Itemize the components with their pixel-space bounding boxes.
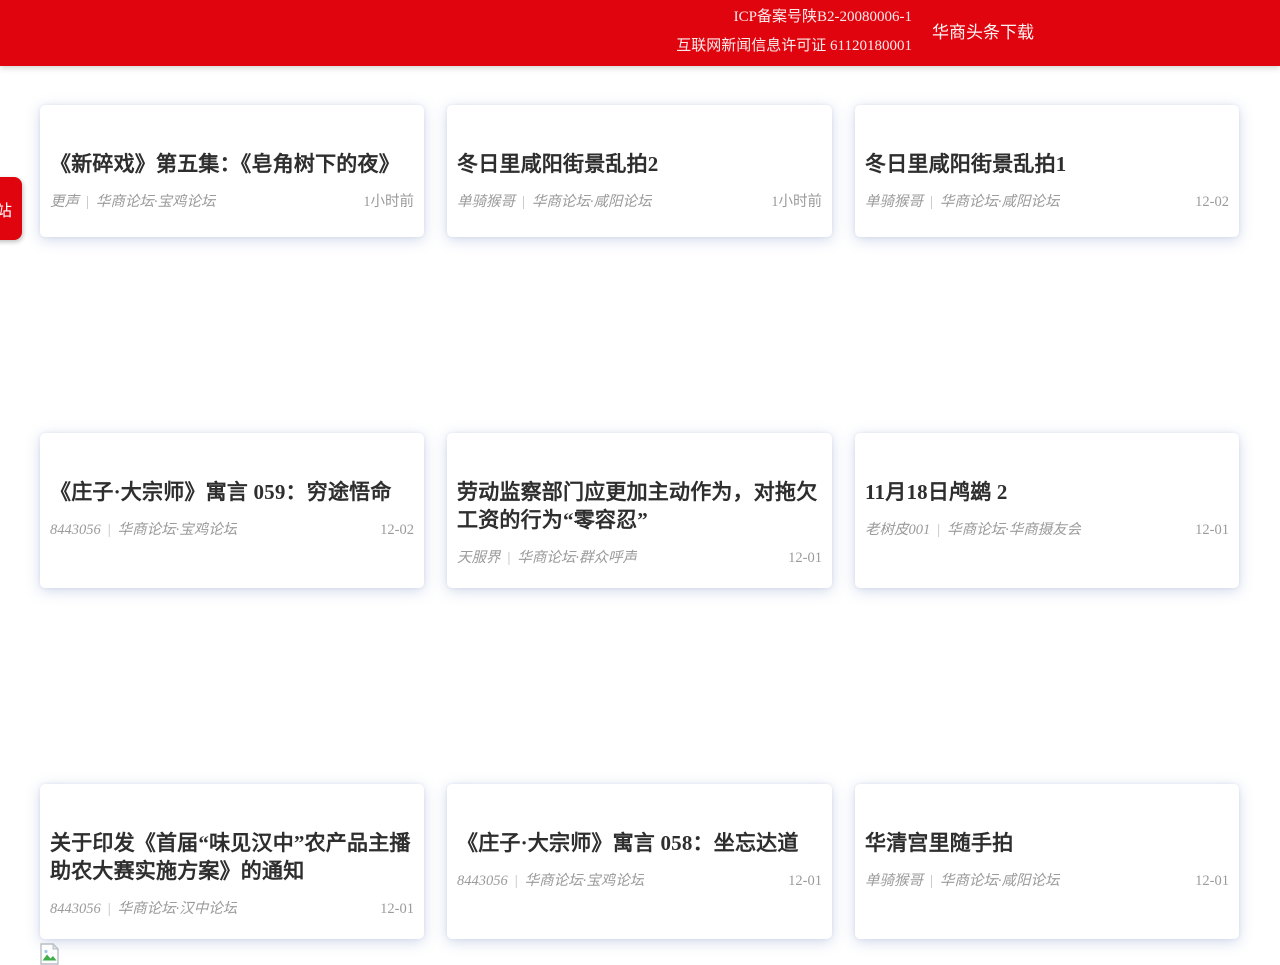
post-author: 天服界	[457, 550, 501, 566]
post-author-forum: 8443056 | 华商论坛·汉中论坛	[50, 897, 237, 918]
post-author-forum: 天服界 | 华商论坛·群众呼声	[457, 546, 637, 567]
post-card[interactable]: 劳动监察部门应更加主动作为，对拖欠工资的行为“零容忍” 天服界 | 华商论坛·群众呼…	[447, 433, 832, 588]
meta-separator: |	[937, 522, 940, 538]
post-title[interactable]: 《新碎戏》第五集：《皂角树下的夜》	[50, 150, 414, 178]
meta-separator: |	[522, 194, 525, 210]
post-title[interactable]: 劳动监察部门应更加主动作为，对拖欠工资的行为“零容忍”	[457, 478, 822, 534]
post-title[interactable]: 《庄子·大宗师》寓言 059：穷途悟命	[50, 478, 414, 506]
post-time: 12-01	[788, 873, 822, 890]
post-meta: 老树皮001 | 华商论坛·华商摄友会 12-01	[865, 518, 1229, 539]
post-time: 12-01	[788, 550, 822, 567]
icp-license-line: ICP备案号陕B2-20080006-1	[676, 3, 912, 32]
post-author-forum: 单骑猴哥 | 华商论坛·咸阳论坛	[457, 190, 652, 211]
app-download-link[interactable]: 华商头条下载	[932, 0, 1034, 66]
post-meta: 单骑猴哥 | 华商论坛·咸阳论坛 12-01	[865, 869, 1229, 890]
post-forum: 华商论坛·宝鸡论坛	[118, 522, 238, 538]
post-author-forum: 老树皮001 | 华商论坛·华商摄友会	[865, 518, 1081, 539]
meta-separator: |	[930, 873, 933, 889]
post-card[interactable]: 华清宫里随手拍 单骑猴哥 | 华商论坛·咸阳论坛 12-01	[855, 784, 1239, 939]
post-time: 12-02	[380, 522, 414, 539]
meta-separator: |	[930, 194, 933, 210]
post-author-forum: 单骑猴哥 | 华商论坛·咸阳论坛	[865, 869, 1060, 890]
post-card[interactable]: 《庄子·大宗师》寓言 058：坐忘达道 8443056 | 华商论坛·宝鸡论坛 12…	[447, 784, 832, 939]
post-author: 单骑猴哥	[865, 873, 923, 889]
post-forum: 华商论坛·宝鸡论坛	[525, 873, 645, 889]
meta-separator: |	[86, 194, 89, 210]
post-card-grid: 《新碎戏》第五集：《皂角树下的夜》 更声 | 华商论坛·宝鸡论坛 1小时前 冬日里咸…	[40, 105, 1239, 939]
post-meta: 单骑猴哥 | 华商论坛·咸阳论坛 1小时前	[457, 190, 822, 211]
post-forum: 华商论坛·咸阳论坛	[940, 873, 1060, 889]
meta-separator: |	[515, 873, 518, 889]
post-author: 单骑猴哥	[865, 194, 923, 210]
post-card[interactable]: 11月18日鸬鹚 2 老树皮001 | 华商论坛·华商摄友会 12-01	[855, 433, 1239, 588]
post-meta: 更声 | 华商论坛·宝鸡论坛 1小时前	[50, 190, 414, 211]
post-title[interactable]: 关于印发《首届“味见汉中”农产品主播助农大赛实施方案》的通知	[50, 829, 414, 885]
post-author: 8443056	[50, 522, 101, 538]
post-card[interactable]: 冬日里咸阳街景乱拍2 单骑猴哥 | 华商论坛·咸阳论坛 1小时前	[447, 105, 832, 237]
icp-info: ICP备案号陕B2-20080006-1 互联网新闻信息许可证 61120180…	[676, 3, 912, 61]
post-author: 单骑猴哥	[457, 194, 515, 210]
post-author-forum: 8443056 | 华商论坛·宝鸡论坛	[457, 869, 644, 890]
post-forum: 华商论坛·宝鸡论坛	[96, 194, 216, 210]
broken-image-icon	[40, 943, 59, 965]
post-author-forum: 8443056 | 华商论坛·宝鸡论坛	[50, 518, 237, 539]
post-meta: 8443056 | 华商论坛·汉中论坛 12-01	[50, 897, 414, 918]
top-bar: ICP备案号陕B2-20080006-1 互联网新闻信息许可证 61120180…	[0, 0, 1280, 66]
post-author-forum: 更声 | 华商论坛·宝鸡论坛	[50, 190, 216, 211]
meta-separator: |	[108, 901, 111, 917]
meta-separator: |	[508, 550, 511, 566]
side-tab-button[interactable]: 站	[0, 177, 22, 240]
post-time: 12-01	[380, 901, 414, 918]
post-meta: 单骑猴哥 | 华商论坛·咸阳论坛 12-02	[865, 190, 1229, 211]
post-author-forum: 单骑猴哥 | 华商论坛·咸阳论坛	[865, 190, 1060, 211]
post-card[interactable]: 关于印发《首届“味见汉中”农产品主播助农大赛实施方案》的通知 8443056 | 华…	[40, 784, 424, 939]
post-time: 1小时前	[363, 190, 414, 211]
post-author: 8443056	[457, 873, 508, 889]
news-license-line: 互联网新闻信息许可证 61120180001	[676, 32, 912, 61]
post-forum: 华商论坛·华商摄友会	[947, 522, 1081, 538]
post-meta: 8443056 | 华商论坛·宝鸡论坛 12-01	[457, 869, 822, 890]
post-card[interactable]: 冬日里咸阳街景乱拍1 单骑猴哥 | 华商论坛·咸阳论坛 12-02	[855, 105, 1239, 237]
post-title[interactable]: 冬日里咸阳街景乱拍2	[457, 150, 822, 178]
post-forum: 华商论坛·汉中论坛	[118, 901, 238, 917]
post-author: 更声	[50, 194, 79, 210]
post-author: 老树皮001	[865, 522, 930, 538]
post-forum: 华商论坛·群众呼声	[517, 550, 637, 566]
post-time: 12-01	[1195, 522, 1229, 539]
post-title[interactable]: 11月18日鸬鹚 2	[865, 478, 1229, 506]
post-time: 1小时前	[771, 190, 822, 211]
post-meta: 天服界 | 华商论坛·群众呼声 12-01	[457, 546, 822, 567]
post-forum: 华商论坛·咸阳论坛	[532, 194, 652, 210]
post-title[interactable]: 冬日里咸阳街景乱拍1	[865, 150, 1229, 178]
post-time: 12-01	[1195, 873, 1229, 890]
post-card[interactable]: 《庄子·大宗师》寓言 059：穷途悟命 8443056 | 华商论坛·宝鸡论坛 12…	[40, 433, 424, 588]
post-title[interactable]: 《庄子·大宗师》寓言 058：坐忘达道	[457, 829, 822, 857]
meta-separator: |	[108, 522, 111, 538]
post-card[interactable]: 《新碎戏》第五集：《皂角树下的夜》 更声 | 华商论坛·宝鸡论坛 1小时前	[40, 105, 424, 237]
post-author: 8443056	[50, 901, 101, 917]
post-title[interactable]: 华清宫里随手拍	[865, 829, 1229, 857]
post-meta: 8443056 | 华商论坛·宝鸡论坛 12-02	[50, 518, 414, 539]
post-forum: 华商论坛·咸阳论坛	[940, 194, 1060, 210]
post-time: 12-02	[1195, 194, 1229, 211]
